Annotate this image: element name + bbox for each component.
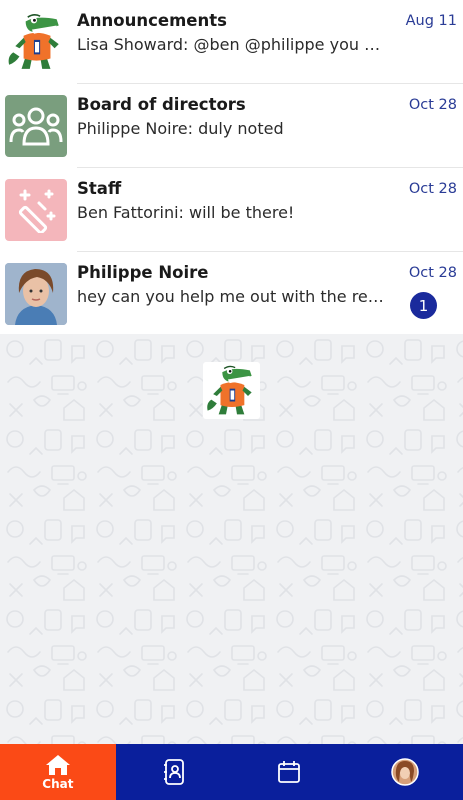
bottom-nav: Chat xyxy=(0,744,463,800)
calendar-icon xyxy=(278,761,301,783)
home-icon xyxy=(45,754,70,775)
nav-profile[interactable] xyxy=(347,744,463,800)
chat-preview: hey can you help me out with the repo... xyxy=(77,287,389,306)
group-icon xyxy=(5,95,67,157)
chat-date: Oct 28 xyxy=(408,265,457,281)
chat-title: Board of directors xyxy=(77,95,246,114)
chat-wallpaper xyxy=(0,334,463,744)
nav-calendar[interactable] xyxy=(232,744,348,800)
chat-row-staff[interactable]: Staff Ben Fattorini: will be there! Oct … xyxy=(0,168,463,252)
chat-title: Announcements xyxy=(77,11,227,30)
chat-preview: Philippe Noire: duly noted xyxy=(77,119,284,138)
nav-chat-label: Chat xyxy=(42,776,74,791)
chat-date: Aug 11 xyxy=(405,13,457,29)
chat-list: Announcements Lisa Showard: @ben @philip… xyxy=(0,0,463,334)
unread-badge: 1 xyxy=(410,292,437,319)
user-photo xyxy=(5,263,67,325)
chat-preview: Ben Fattorini: will be there! xyxy=(77,203,295,222)
nav-chat[interactable]: Chat xyxy=(0,744,116,800)
chat-row-philippe-noire[interactable]: Philippe Noire hey can you help me out w… xyxy=(0,252,463,336)
chat-title: Staff xyxy=(77,179,122,198)
chat-preview: Lisa Showard: @ben @philippe you are ... xyxy=(77,35,389,54)
profile-avatar xyxy=(391,758,419,786)
magic-wand-icon xyxy=(5,179,67,241)
chat-row-board-of-directors[interactable]: Board of directors Philippe Noire: duly … xyxy=(0,84,463,168)
gator-mascot-icon xyxy=(203,362,260,419)
chat-row-announcements[interactable]: Announcements Lisa Showard: @ben @philip… xyxy=(0,0,463,84)
chat-title: Philippe Noire xyxy=(77,263,209,282)
nav-contacts[interactable] xyxy=(116,744,232,800)
contacts-icon xyxy=(163,759,184,785)
chat-date: Oct 28 xyxy=(408,181,457,197)
gator-mascot-icon xyxy=(5,11,67,73)
chat-date: Oct 28 xyxy=(408,97,457,113)
